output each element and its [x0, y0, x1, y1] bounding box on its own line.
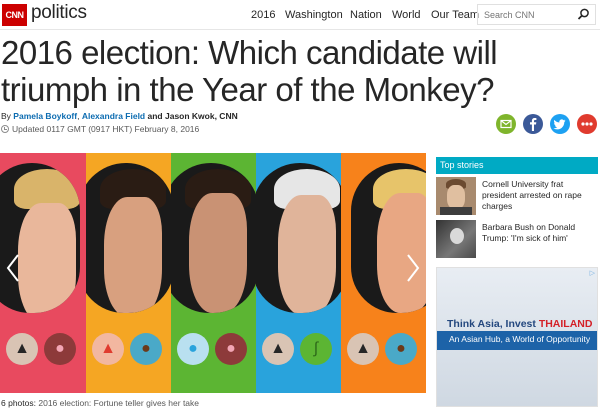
search-icon[interactable]	[577, 8, 590, 21]
next-arrow-icon[interactable]	[406, 253, 420, 283]
timestamp: Updated 0117 GMT (0917 HKT) February 8, …	[1, 124, 199, 134]
top-stories-heading: Top stories	[436, 157, 598, 174]
candidate-photo	[171, 163, 256, 313]
byline-prefix: By	[1, 111, 11, 121]
story-thumbnail[interactable]	[436, 177, 476, 215]
candidate-photo	[86, 163, 171, 313]
mountain-icon: ▲	[262, 333, 294, 365]
story-title[interactable]: Cornell University frat president arrest…	[482, 179, 598, 212]
ad-title[interactable]: Think Asia, Invest THAILAND	[447, 318, 592, 330]
timestamp-text: Updated 0117 GMT (0917 HKT) February 8, …	[12, 124, 200, 134]
advertisement[interactable]: ▷ Think Asia, Invest THAILAND An Asian H…	[436, 267, 598, 407]
search-box	[477, 4, 596, 25]
nav-item-2016[interactable]: 2016	[251, 9, 275, 21]
photo-gallery[interactable]: ▲ ● ▲ ● ● ● ▲ ∫ ▲ ●	[0, 153, 426, 393]
page-title: 2016 election: Which candidate will triu…	[1, 34, 498, 108]
ad-subtitle[interactable]: An Asian Hub, a World of Opportunity	[449, 334, 590, 344]
gallery-caption: 6 photos: 2016 election: Fortune teller …	[1, 398, 199, 408]
facebook-share-button[interactable]	[523, 114, 543, 134]
mountain-icon: ▲	[6, 333, 38, 365]
byline-suffix: and Jason Kwok, CNN	[147, 111, 238, 121]
story-title[interactable]: Barbara Bush on Donald Trump: 'I'm sick …	[482, 222, 598, 244]
dog-icon: ●	[130, 333, 162, 365]
mountain-icon: ▲	[347, 333, 379, 365]
top-story-item[interactable]: Cornell University frat president arrest…	[436, 177, 598, 215]
previous-arrow-icon[interactable]	[6, 253, 20, 283]
author-link[interactable]: Pamela Boykoff	[13, 111, 77, 121]
nav-item-world[interactable]: World	[392, 9, 421, 21]
twitter-icon	[553, 119, 566, 130]
more-icon	[581, 122, 593, 126]
snake-icon: ∫	[300, 333, 332, 365]
email-icon	[500, 119, 512, 129]
ad-choices-icon[interactable]: ▷	[590, 269, 595, 277]
photo-count: 6 photos:	[1, 398, 36, 408]
byline: By Pamela Boykoff, Alexandra Field and J…	[1, 111, 238, 121]
cnn-logo[interactable]: CNN	[2, 4, 27, 26]
pig-icon: ●	[215, 333, 247, 365]
nav-item-washington[interactable]: Washington	[285, 9, 343, 21]
nav-item-nation[interactable]: Nation	[350, 9, 382, 21]
more-share-button[interactable]	[577, 114, 597, 134]
gallery-panel: ▲ ●	[86, 153, 171, 393]
email-share-button[interactable]	[496, 114, 516, 134]
candidate-photo	[351, 163, 426, 313]
facebook-icon	[530, 118, 537, 131]
section-title[interactable]: politics	[31, 2, 87, 24]
nav-item-our-team[interactable]: Our Team	[431, 9, 479, 21]
caption-text: 2016 election: Fortune teller gives her …	[38, 398, 200, 408]
pig-icon: ●	[44, 333, 76, 365]
fire-icon: ▲	[92, 333, 124, 365]
water-icon: ●	[177, 333, 209, 365]
clock-icon	[1, 125, 9, 133]
candidate-photo	[256, 163, 341, 313]
dog-icon: ●	[385, 333, 417, 365]
gallery-panel: ● ●	[171, 153, 256, 393]
story-thumbnail[interactable]	[436, 220, 476, 258]
site-header: CNN politics 2016 Washington Nation Worl…	[0, 0, 600, 30]
twitter-share-button[interactable]	[550, 114, 570, 134]
candidate-photo	[0, 163, 80, 313]
gallery-panel: ▲ ∫	[256, 153, 341, 393]
top-story-item[interactable]: Barbara Bush on Donald Trump: 'I'm sick …	[436, 220, 598, 258]
author-link[interactable]: Alexandra Field	[82, 111, 145, 121]
search-input[interactable]	[478, 5, 574, 24]
